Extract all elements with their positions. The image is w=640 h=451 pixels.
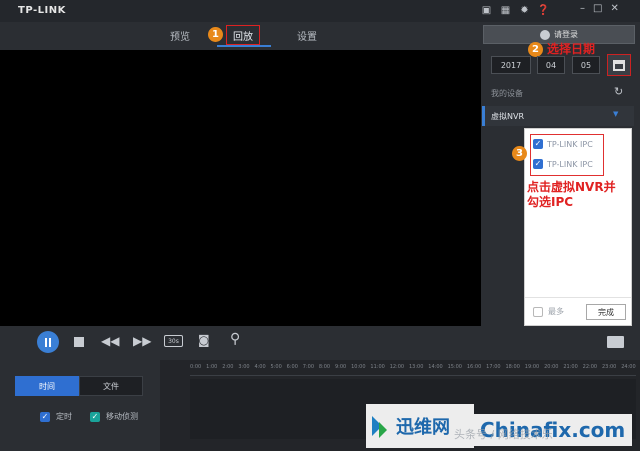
month-field[interactable]: 04: [537, 56, 565, 74]
timeline-tick: 8:00: [318, 364, 331, 370]
help-icon[interactable]: ❓: [537, 4, 550, 17]
timeline-tick: 16:00: [466, 364, 482, 370]
window-controls: – □ ✕: [580, 3, 619, 14]
timeline-tick: 21:00: [563, 364, 578, 370]
filter-motion-label: 移动侦测: [106, 412, 138, 421]
timeline-tick: 18:00: [505, 364, 520, 370]
timeline-tick: 19:00: [524, 364, 540, 370]
gear-icon[interactable]: ✹: [518, 4, 531, 17]
checkbox-unchecked-icon[interactable]: [533, 306, 543, 317]
timeline-tick: 6:00: [286, 364, 298, 370]
xunwei-logo-icon: [372, 412, 392, 440]
tab-by-time[interactable]: 时间: [15, 376, 79, 396]
zoom-icon[interactable]: ⚲: [230, 331, 240, 347]
active-tab-underline: [217, 45, 271, 47]
timeline-tick: 15:00: [447, 364, 462, 370]
annotation-marker-2: 2: [528, 42, 543, 57]
timeline-tick: 23:00: [601, 364, 617, 370]
more-label: 最多: [548, 307, 564, 316]
ipc-item[interactable]: ✓ TP-LINK IPC: [533, 159, 593, 169]
filter-timed[interactable]: ✓ 定时: [40, 411, 72, 422]
close-button[interactable]: ✕: [610, 3, 618, 14]
tab-by-file[interactable]: 文件: [79, 376, 143, 396]
annotation-box-playback-tab: [226, 25, 260, 45]
timeline-tick: 7:00: [302, 364, 314, 370]
timeline-tick: 3:00: [238, 364, 250, 370]
login-label: 请登录: [554, 30, 578, 39]
timeline-tick: 1:00: [206, 364, 218, 370]
annotation-text-select-date: 选择日期: [547, 42, 596, 56]
chip-icon[interactable]: ▦: [499, 4, 512, 17]
more-option[interactable]: 最多: [533, 306, 564, 317]
timeline-tick: 4:00: [254, 364, 266, 370]
lock-icon[interactable]: ▣: [480, 4, 493, 17]
timeline-tick: 20:00: [544, 364, 559, 370]
calendar-button[interactable]: [607, 54, 631, 76]
tab-settings[interactable]: 设置: [297, 28, 317, 43]
filter-motion[interactable]: ✓ 移动侦测: [90, 411, 138, 422]
timeline-tick: 24:00: [621, 364, 636, 370]
checkbox-checked-icon[interactable]: ✓: [40, 411, 50, 422]
stop-button[interactable]: [74, 337, 84, 347]
folder-icon[interactable]: [607, 336, 624, 348]
tp-link-logo: TP-LINK: [18, 5, 66, 16]
timeline-tick: 12:00: [389, 364, 405, 370]
maximize-button[interactable]: □: [593, 3, 602, 14]
playback-controls: [0, 326, 640, 360]
tab-preview[interactable]: 预览: [170, 28, 190, 43]
done-button[interactable]: 完成: [586, 304, 626, 320]
filter-timed-label: 定时: [56, 412, 72, 421]
rewind-icon[interactable]: ◀◀: [101, 334, 119, 348]
ipc-label: TP-LINK IPC: [547, 159, 593, 169]
my-devices-header: 我的设备: [491, 89, 523, 98]
annotation-marker-1: 1: [208, 27, 223, 42]
video-player[interactable]: [0, 50, 481, 326]
checkbox-checked-icon[interactable]: ✓: [90, 411, 100, 422]
virtual-nvr-label: 虚拟NVR: [491, 112, 525, 121]
watermark-faint-text: 头条号 / 网络技术乐: [454, 428, 553, 441]
fast-forward-icon[interactable]: ▶▶: [133, 334, 151, 348]
chevron-down-icon[interactable]: ▼: [613, 110, 618, 118]
title-bar-icons: ▣ ▦ ✹ ❓: [480, 4, 550, 17]
refresh-icon[interactable]: ↻: [614, 85, 623, 98]
timeline-tick: 17:00: [486, 364, 501, 370]
ipc-label: TP-LINK IPC: [547, 139, 593, 149]
title-bar: TP-LINK ▣ ▦ ✹ ❓ – □ ✕: [0, 0, 640, 22]
ipc-item[interactable]: ✓ TP-LINK IPC: [533, 139, 593, 149]
timeline-tick: 9:00: [334, 364, 347, 370]
timeline-tick: 14:00: [428, 364, 443, 370]
timeline-tick: 22:00: [582, 364, 598, 370]
popup-divider: [525, 297, 631, 298]
watermark-cn-text: 迅维网: [396, 417, 450, 438]
timeline-tick: 10:00: [351, 364, 366, 370]
user-icon: [540, 29, 550, 40]
pause-button[interactable]: [37, 331, 59, 353]
camera-icon[interactable]: ◙: [198, 333, 210, 347]
day-field[interactable]: 05: [572, 56, 600, 74]
checkbox-checked-icon[interactable]: ✓: [533, 139, 543, 149]
timeline-tick: 11:00: [370, 364, 385, 370]
timeline-ruler[interactable]: 0:00 1:00 2:00 3:00 4:00 5:00 6:00 7:00 8:00 9:00…: [190, 364, 636, 376]
pause-icon: [45, 337, 47, 347]
annotation-marker-3: 3: [512, 146, 527, 161]
checkbox-checked-icon[interactable]: ✓: [533, 159, 543, 169]
skip-30s-button[interactable]: 30s: [164, 335, 183, 347]
year-field[interactable]: 2017: [491, 56, 531, 74]
minimize-button[interactable]: –: [580, 3, 585, 14]
timeline-tick: 0:00: [190, 364, 202, 370]
pause-icon-bar: [49, 337, 51, 347]
timeline-tick: 13:00: [408, 364, 424, 370]
annotation-text-line1: 点击虚拟NVR并: [527, 180, 616, 194]
annotation-text-line2: 勾选IPC: [527, 195, 574, 209]
search-panel: [0, 360, 160, 451]
timeline-tick: 5:00: [270, 364, 282, 370]
timeline-tick: 2:00: [222, 364, 234, 370]
calendar-icon: [613, 59, 625, 71]
